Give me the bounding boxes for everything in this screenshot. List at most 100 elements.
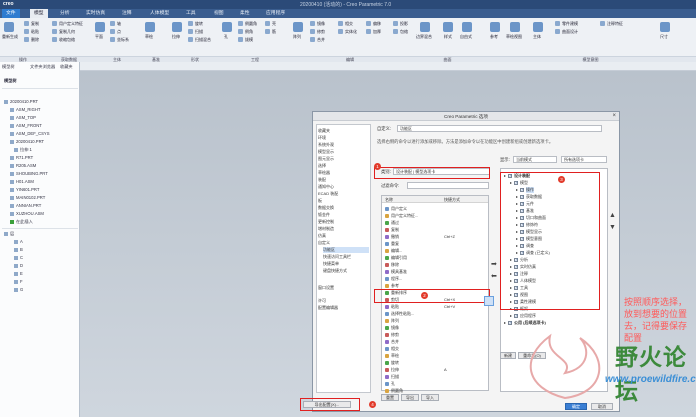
category-item[interactable]: 数据交换	[318, 205, 334, 211]
ribbon-copy[interactable]: 复制	[31, 21, 39, 27]
sweep-icon[interactable]	[188, 29, 193, 34]
tree-item[interactable]: 拉伸 1	[20, 147, 32, 153]
regenerate-icon[interactable]	[4, 22, 14, 32]
command-item[interactable]: 旋转	[391, 360, 399, 366]
ribbon-surface-design[interactable]: 曲面设计	[562, 29, 578, 35]
header-shortcut[interactable]: 快捷方式	[444, 197, 460, 203]
command-item[interactable]: 用户定义特征...	[391, 213, 418, 219]
ribbon-freestyle[interactable]: 自由式	[460, 34, 472, 40]
ribbon-shrinkwrap[interactable]: 收缩包络	[59, 37, 75, 43]
tree-item[interactable]: XUZHOU.ASM	[16, 211, 44, 216]
category-item[interactable]: 模型显示	[318, 149, 334, 155]
pattern-icon[interactable]	[293, 22, 303, 32]
category-item[interactable]: 选择	[318, 163, 326, 169]
merge-icon[interactable]	[310, 37, 315, 42]
ribbon-rib[interactable]: 筋	[272, 29, 276, 35]
sketch-view-icon[interactable]	[510, 22, 520, 32]
delete-icon[interactable]	[24, 37, 29, 42]
category-item[interactable]: 快速访问工具栏	[323, 254, 351, 260]
import-button[interactable]: 导入	[421, 394, 439, 401]
command-item[interactable]: 编辑...	[391, 248, 402, 254]
tree-item[interactable]: ANNIAN.PRT	[16, 203, 41, 208]
layer-item[interactable]: D	[20, 263, 23, 268]
command-item[interactable]: 扫描	[391, 374, 399, 380]
category-item[interactable]: 板	[318, 198, 322, 204]
tab-annotate[interactable]: 注释	[118, 9, 136, 18]
ribbon-swept-blend[interactable]: 扫描混合	[195, 37, 211, 43]
category-item[interactable]: 仿真	[318, 233, 326, 239]
ribbon-pattern[interactable]: 阵列	[293, 34, 301, 40]
tab-analysis[interactable]: 分析	[56, 9, 74, 18]
ribbon-chamfer[interactable]: 倒角	[245, 29, 253, 35]
round-icon[interactable]	[238, 21, 243, 26]
layers-header[interactable]: 层	[10, 231, 14, 237]
mirror-icon[interactable]	[310, 21, 315, 26]
command-item[interactable]: 拉伸	[391, 367, 399, 373]
ribbon-round[interactable]: 倒圆角	[245, 21, 257, 27]
command-item[interactable]: 通过	[391, 220, 399, 226]
category-item[interactable]: 收藏夹	[318, 128, 330, 134]
remove-arrow-icon[interactable]: ⬅	[491, 272, 497, 280]
ribbon-delete[interactable]: 删除	[31, 37, 39, 43]
ribbon-body[interactable]: 主体	[533, 34, 541, 40]
point-icon[interactable]	[110, 29, 115, 34]
paste-icon[interactable]	[24, 29, 29, 34]
chamfer-icon[interactable]	[238, 29, 243, 34]
tab-folder-browser[interactable]: 文件夹浏览器	[30, 64, 55, 70]
add-arrow-icon[interactable]: ➡	[491, 260, 497, 268]
ribbon-boundary-blend[interactable]: 边界混合	[416, 34, 432, 40]
ribbon-paste[interactable]: 粘贴	[31, 29, 39, 35]
body-icon[interactable]	[533, 22, 543, 32]
category-item[interactable]: 装配	[318, 177, 326, 183]
category-item[interactable]: 系统外观	[318, 142, 334, 148]
category-item[interactable]: 草绘器	[318, 170, 330, 176]
csys-icon[interactable]	[110, 37, 115, 42]
layer-item[interactable]: F	[20, 279, 23, 284]
ribbon-mirror[interactable]: 镜像	[317, 21, 325, 27]
reference-icon[interactable]	[490, 22, 500, 32]
tab-live-simulation[interactable]: 实时仿真	[82, 9, 109, 18]
category-item-selected[interactable]: 功能区	[323, 247, 369, 253]
command-item[interactable]: 相交	[391, 346, 399, 352]
close-icon[interactable]: ×	[612, 112, 616, 121]
category-item[interactable]: 自定义	[318, 240, 330, 246]
tree-item[interactable]: 20200410.PRT	[16, 139, 44, 144]
copy-icon[interactable]	[24, 21, 29, 26]
ribbon-intersect[interactable]: 相交	[345, 21, 353, 27]
project-icon[interactable]	[393, 21, 398, 26]
category-item[interactable]: 增材制造	[318, 226, 334, 232]
wrap-icon[interactable]	[393, 29, 398, 34]
command-item[interactable]: 撤销	[391, 234, 399, 240]
reset-button[interactable]: 重置	[381, 394, 399, 401]
style-icon[interactable]	[443, 22, 453, 32]
command-item[interactable]: 模具基准	[391, 269, 407, 275]
ribbon-hole[interactable]: 孔	[224, 34, 228, 40]
tree-item[interactable]: R205.ASM	[16, 163, 36, 168]
part-modeling-icon[interactable]	[555, 21, 560, 26]
freestyle-icon[interactable]	[462, 22, 472, 32]
command-item[interactable]: 用户定义	[391, 206, 407, 212]
draft-icon[interactable]	[238, 37, 243, 42]
ribbon-part-modeling[interactable]: 零件建模	[562, 21, 578, 27]
tab-favorites[interactable]: 收藏夹	[60, 64, 73, 70]
ribbon-merge[interactable]: 合并	[317, 37, 325, 43]
category-item[interactable]: 通知中心	[318, 184, 334, 190]
tabs-select[interactable]: 所有选项卡	[561, 156, 607, 163]
export-list-button[interactable]: 导出	[401, 394, 419, 401]
category-item[interactable]: 键盘快捷方式	[323, 268, 347, 274]
ribbon-offset[interactable]: 偏移	[373, 21, 381, 27]
expand-icon[interactable]: ▸	[504, 320, 506, 325]
ribbon-solidify[interactable]: 实体化	[345, 29, 357, 35]
tab-flexible[interactable]: 柔性	[236, 9, 254, 18]
dimension-icon[interactable]	[660, 22, 670, 32]
axis-icon[interactable]	[110, 21, 115, 26]
boundary-blend-icon[interactable]	[420, 22, 430, 32]
move-down-icon[interactable]: ▼	[609, 224, 616, 231]
tree-item[interactable]: ASM_TOP	[16, 115, 36, 120]
layer-item[interactable]: G	[20, 287, 23, 292]
command-item[interactable]: 草绘	[391, 353, 399, 359]
ribbon-draft[interactable]: 拔模	[245, 37, 253, 43]
category-item[interactable]: 钣金件	[318, 212, 330, 218]
ribbon-plane[interactable]: 平面	[95, 34, 103, 40]
filter-input[interactable]	[407, 182, 489, 189]
